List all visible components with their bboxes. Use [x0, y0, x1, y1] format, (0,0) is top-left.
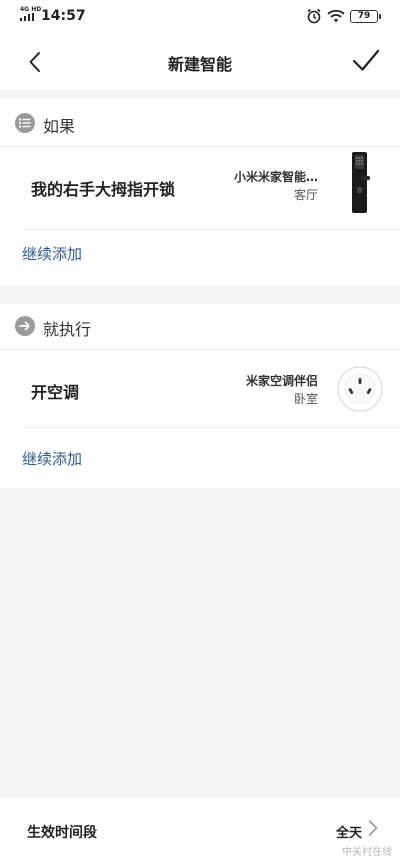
condition-title: 我的右手大拇指开锁 [31, 180, 176, 199]
chevron-right-icon [368, 820, 378, 836]
divider [24, 427, 400, 428]
signal-icon [20, 13, 36, 21]
condition-room: 客厅 [293, 188, 318, 202]
active-period-label: 生效时间段 [27, 825, 97, 841]
status-bar: 4G HD 14:57 79 [0, 0, 400, 34]
page-title: 新建智能 [167, 55, 232, 74]
then-section-header: 就执行 [0, 304, 400, 352]
then-add-more-button[interactable]: 继续添加 [22, 448, 82, 469]
divider [24, 229, 400, 230]
battery-level: 79 [357, 11, 371, 21]
status-time: 14:57 [41, 8, 86, 24]
condition-row[interactable]: 我的右手大拇指开锁 小米米家智能… 客厅 [0, 147, 400, 229]
list-icon [15, 113, 35, 133]
smart-lock-icon [352, 152, 370, 213]
checkmark-icon[interactable] [352, 48, 380, 74]
active-period-row[interactable]: 生效时间段 全天 中关村在线 [0, 796, 400, 868]
alarm-icon [307, 8, 321, 24]
if-section: 如果 我的右手大拇指开锁 小米米家智能… 客厅 继续添加 [0, 99, 400, 285]
action-device-name: 米家空调伴侣 [245, 374, 318, 388]
if-section-header: 如果 [0, 99, 400, 147]
action-title: 开空调 [31, 383, 80, 402]
battery-icon: 79 [350, 9, 381, 23]
active-period-value: 全天 [335, 826, 362, 841]
then-section: 就执行 开空调 米家空调伴侣 卧室 继续添加 [0, 304, 400, 488]
if-section-label: 如果 [43, 117, 76, 136]
condition-device-name: 小米米家智能… [233, 170, 318, 184]
action-row[interactable]: 开空调 米家空调伴侣 卧室 [0, 350, 400, 428]
ac-companion-plug-icon [337, 366, 383, 412]
action-room: 卧室 [293, 392, 318, 406]
if-add-more-button[interactable]: 继续添加 [22, 243, 82, 264]
then-section-label: 就执行 [43, 320, 92, 339]
watermark: 中关村在线 [342, 847, 392, 858]
wifi-icon [327, 9, 345, 23]
nav-bar: 新建智能 [0, 34, 400, 90]
arrow-right-icon [15, 316, 35, 336]
